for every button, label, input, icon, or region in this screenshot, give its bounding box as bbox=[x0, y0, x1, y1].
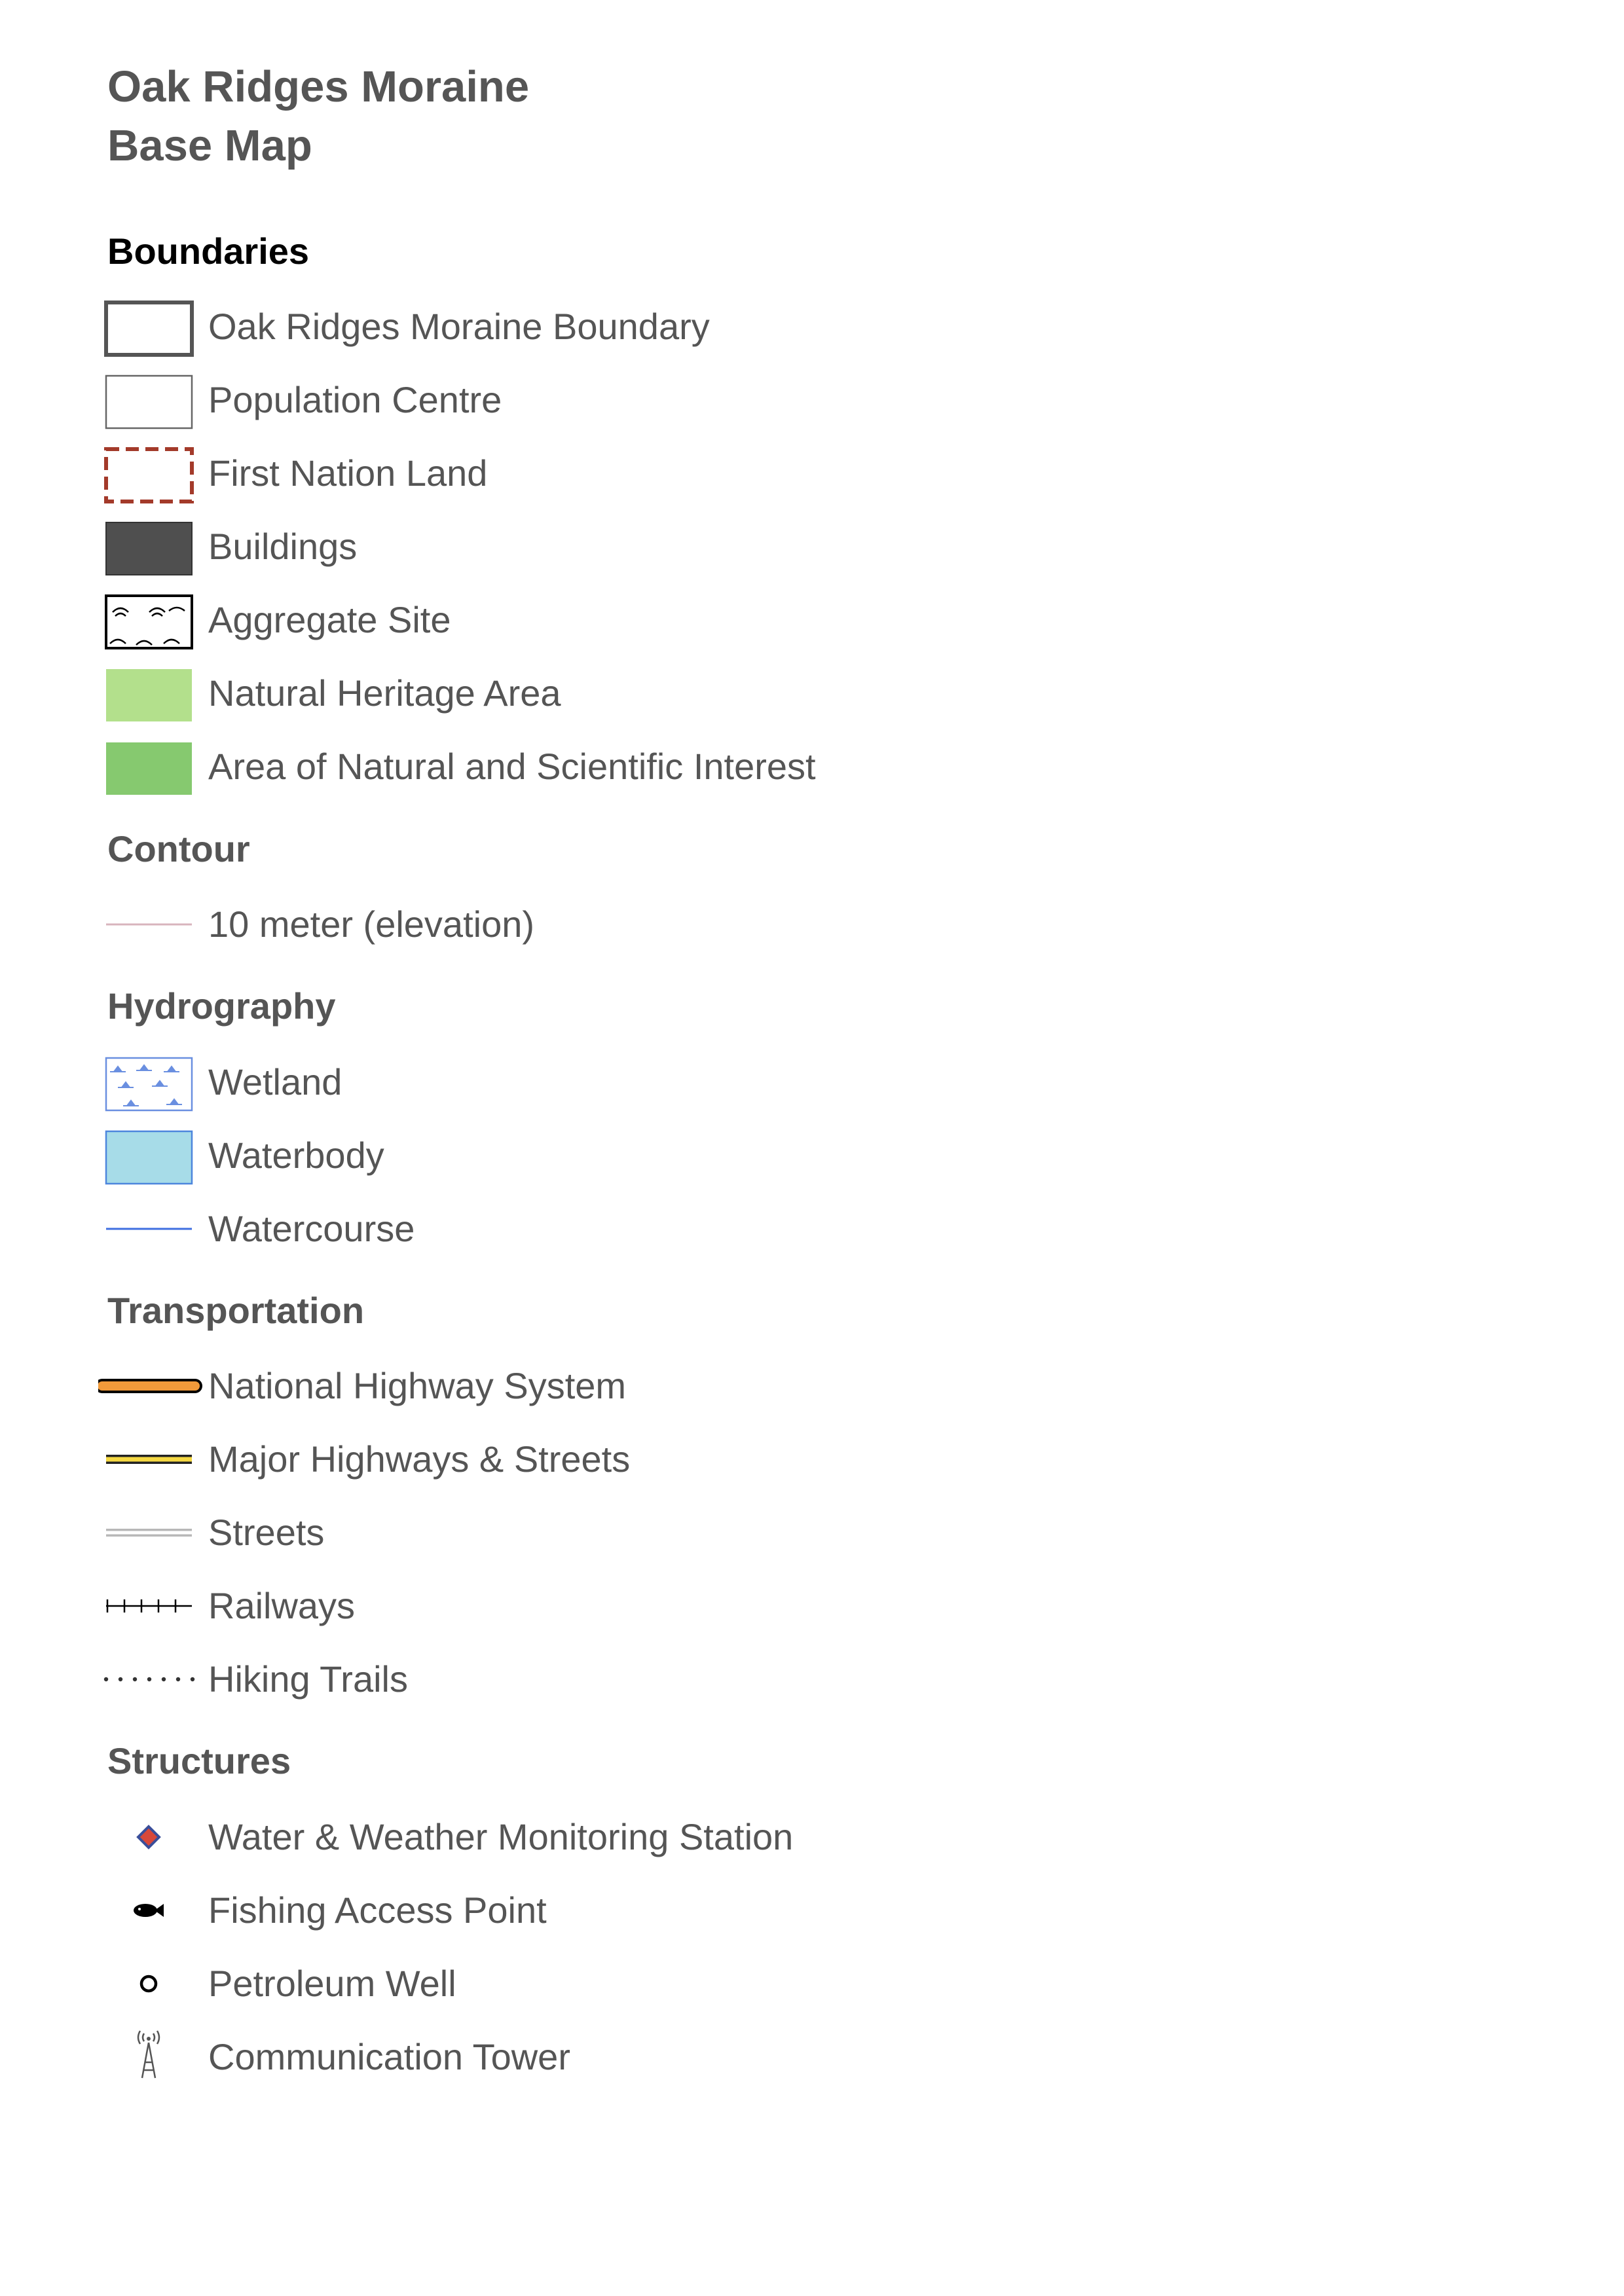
street-swatch bbox=[106, 1529, 192, 1537]
legend-label: National Highway System bbox=[208, 1365, 627, 1406]
ansi-swatch bbox=[106, 742, 192, 795]
legend-item-ormb: Oak Ridges Moraine Boundary bbox=[0, 294, 917, 359]
railway-swatch bbox=[106, 1599, 192, 1613]
legend-label: Area of Natural and Scientific Interest bbox=[208, 746, 816, 787]
legend-label: Fishing Access Point bbox=[208, 1889, 547, 1931]
legend-item-aggregate-site: Aggregate Site bbox=[0, 587, 917, 653]
legend-item-ansi: Area of Natural and Scientific Interest bbox=[0, 734, 917, 799]
legend-item-national-highway: National Highway System bbox=[0, 1353, 917, 1419]
diamond-icon bbox=[136, 1825, 161, 1850]
legend-label: Water & Weather Monitoring Station bbox=[208, 1816, 794, 1857]
legend-item-waterbody: Waterbody bbox=[0, 1123, 917, 1188]
wetland-swatch bbox=[105, 1057, 193, 1112]
legend-label: Waterbody bbox=[208, 1135, 384, 1176]
legend-label: Aggregate Site bbox=[208, 599, 451, 640]
legend-item-wetland: Wetland bbox=[0, 1049, 917, 1115]
section-title-transportation: Transportation bbox=[107, 1290, 365, 1331]
legend-item-fishing-access: Fishing Access Point bbox=[0, 1878, 917, 1943]
legend-item-communication-tower: Communication Tower bbox=[0, 2024, 917, 2090]
map-legend: Oak Ridges Moraine Base Map Boundaries O… bbox=[0, 0, 1624, 2296]
legend-label: Population Centre bbox=[208, 379, 502, 420]
contour-line-swatch bbox=[106, 923, 192, 926]
legend-title-line-2: Base Map bbox=[107, 121, 312, 170]
section-title-hydrography: Hydrography bbox=[107, 985, 336, 1027]
watercourse-line-swatch bbox=[106, 1228, 192, 1230]
waterbody-swatch bbox=[105, 1130, 193, 1185]
section-title-contour: Contour bbox=[107, 828, 250, 869]
population-centre-swatch bbox=[105, 374, 193, 429]
hiking-trail-swatch bbox=[103, 1677, 195, 1682]
legend-label: 10 meter (elevation) bbox=[208, 903, 535, 945]
legend-item-major-highways: Major Highways & Streets bbox=[0, 1427, 917, 1492]
section-title-boundaries: Boundaries bbox=[107, 230, 310, 272]
section-title-structures: Structures bbox=[107, 1740, 291, 1781]
legend-label: Communication Tower bbox=[208, 2036, 570, 2077]
legend-item-railways: Railways bbox=[0, 1573, 917, 1639]
tower-icon bbox=[137, 2030, 160, 2079]
legend-item-natural-heritage-area: Natural Heritage Area bbox=[0, 661, 917, 726]
legend-label: Streets bbox=[208, 1512, 325, 1553]
legend-item-first-nation-land: First Nation Land bbox=[0, 441, 917, 506]
legend-label: Hiking Trails bbox=[208, 1658, 408, 1700]
legend-item-petroleum-well: Petroleum Well bbox=[0, 1951, 917, 2016]
legend-label: Petroleum Well bbox=[208, 1963, 456, 2004]
buildings-swatch bbox=[105, 522, 193, 575]
legend-label: Major Highways & Streets bbox=[208, 1438, 631, 1480]
legend-item-population-centre: Population Centre bbox=[0, 367, 917, 433]
legend-title: Oak Ridges Moraine Base Map bbox=[107, 58, 529, 175]
legend-label: Watercourse bbox=[208, 1208, 415, 1249]
fish-icon bbox=[134, 1904, 164, 1917]
national-highway-swatch bbox=[98, 1379, 202, 1393]
legend-label: First Nation Land bbox=[208, 452, 488, 494]
natural-heritage-area-swatch bbox=[106, 669, 192, 721]
legend-label: Railways bbox=[208, 1585, 356, 1626]
legend-label: Buildings bbox=[208, 526, 358, 567]
legend-label: Natural Heritage Area bbox=[208, 672, 561, 714]
legend-item-hiking-trails: Hiking Trails bbox=[0, 1647, 917, 1712]
ormb-boundary-swatch bbox=[104, 301, 194, 357]
legend-item-monitoring-station: Water & Weather Monitoring Station bbox=[0, 1804, 917, 1870]
legend-label: Oak Ridges Moraine Boundary bbox=[208, 306, 710, 347]
first-nation-land-swatch bbox=[104, 447, 194, 503]
legend-item-streets: Streets bbox=[0, 1500, 917, 1565]
circle-icon bbox=[139, 1975, 158, 1993]
legend-label: Wetland bbox=[208, 1061, 342, 1102]
aggregate-site-swatch bbox=[105, 594, 193, 649]
legend-item-contour-10m: 10 meter (elevation) bbox=[0, 892, 917, 957]
legend-title-line-1: Oak Ridges Moraine bbox=[107, 62, 530, 111]
major-road-swatch bbox=[106, 1455, 192, 1464]
legend-item-watercourse: Watercourse bbox=[0, 1196, 917, 1262]
legend-item-buildings: Buildings bbox=[0, 514, 917, 579]
